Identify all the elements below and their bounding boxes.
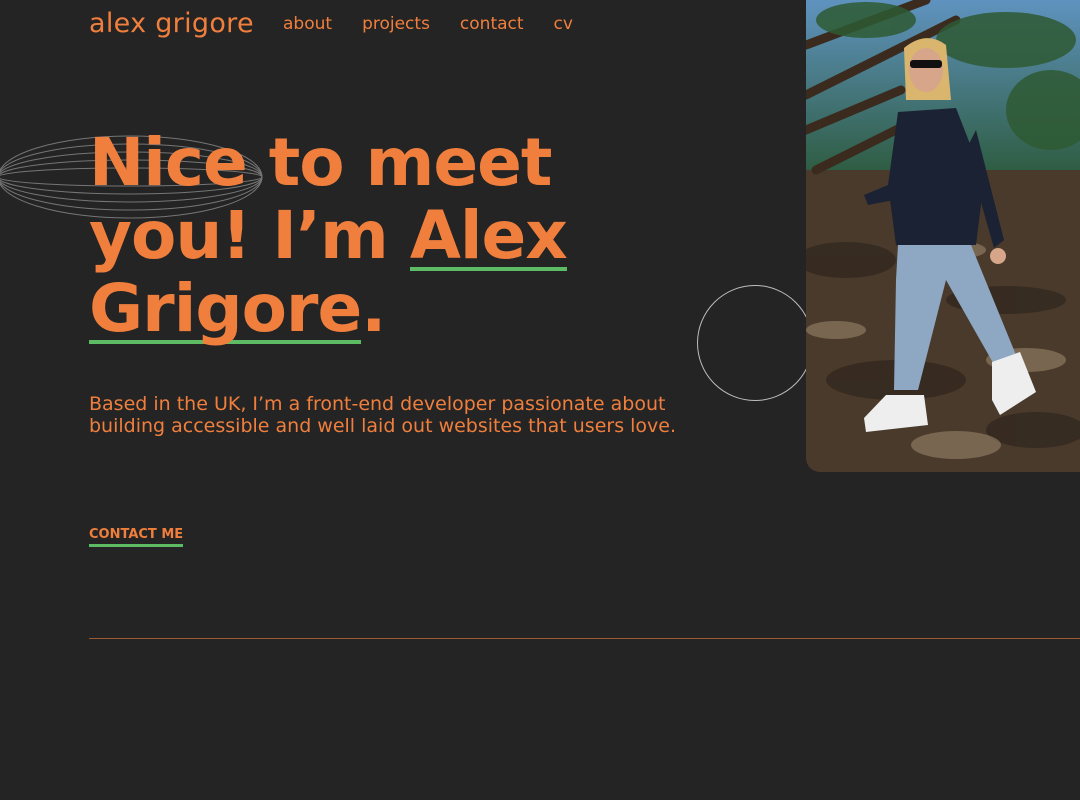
decorative-circle <box>697 285 813 401</box>
site-logo[interactable]: alex grigore <box>89 8 254 39</box>
nav-link-about[interactable]: about <box>283 14 332 34</box>
hero-intro: Based in the UK, I’m a front-end develop… <box>89 393 677 437</box>
nav-link-contact[interactable]: contact <box>460 14 524 34</box>
nav-link-cv[interactable]: cv <box>554 14 573 34</box>
section-divider <box>89 638 1080 639</box>
headline-first-name: Alex <box>409 197 568 274</box>
profile-photo <box>806 0 1080 472</box>
headline-last-name: Grigore <box>89 270 362 347</box>
hero-headline: Nice to meet you! I’m Alex Grigore. <box>89 126 649 345</box>
nav-link-projects[interactable]: projects <box>362 14 430 34</box>
contact-me-button[interactable]: CONTACT ME <box>89 527 184 547</box>
headline-period: . <box>361 270 386 347</box>
main-nav: about projects contact cv <box>283 14 573 34</box>
